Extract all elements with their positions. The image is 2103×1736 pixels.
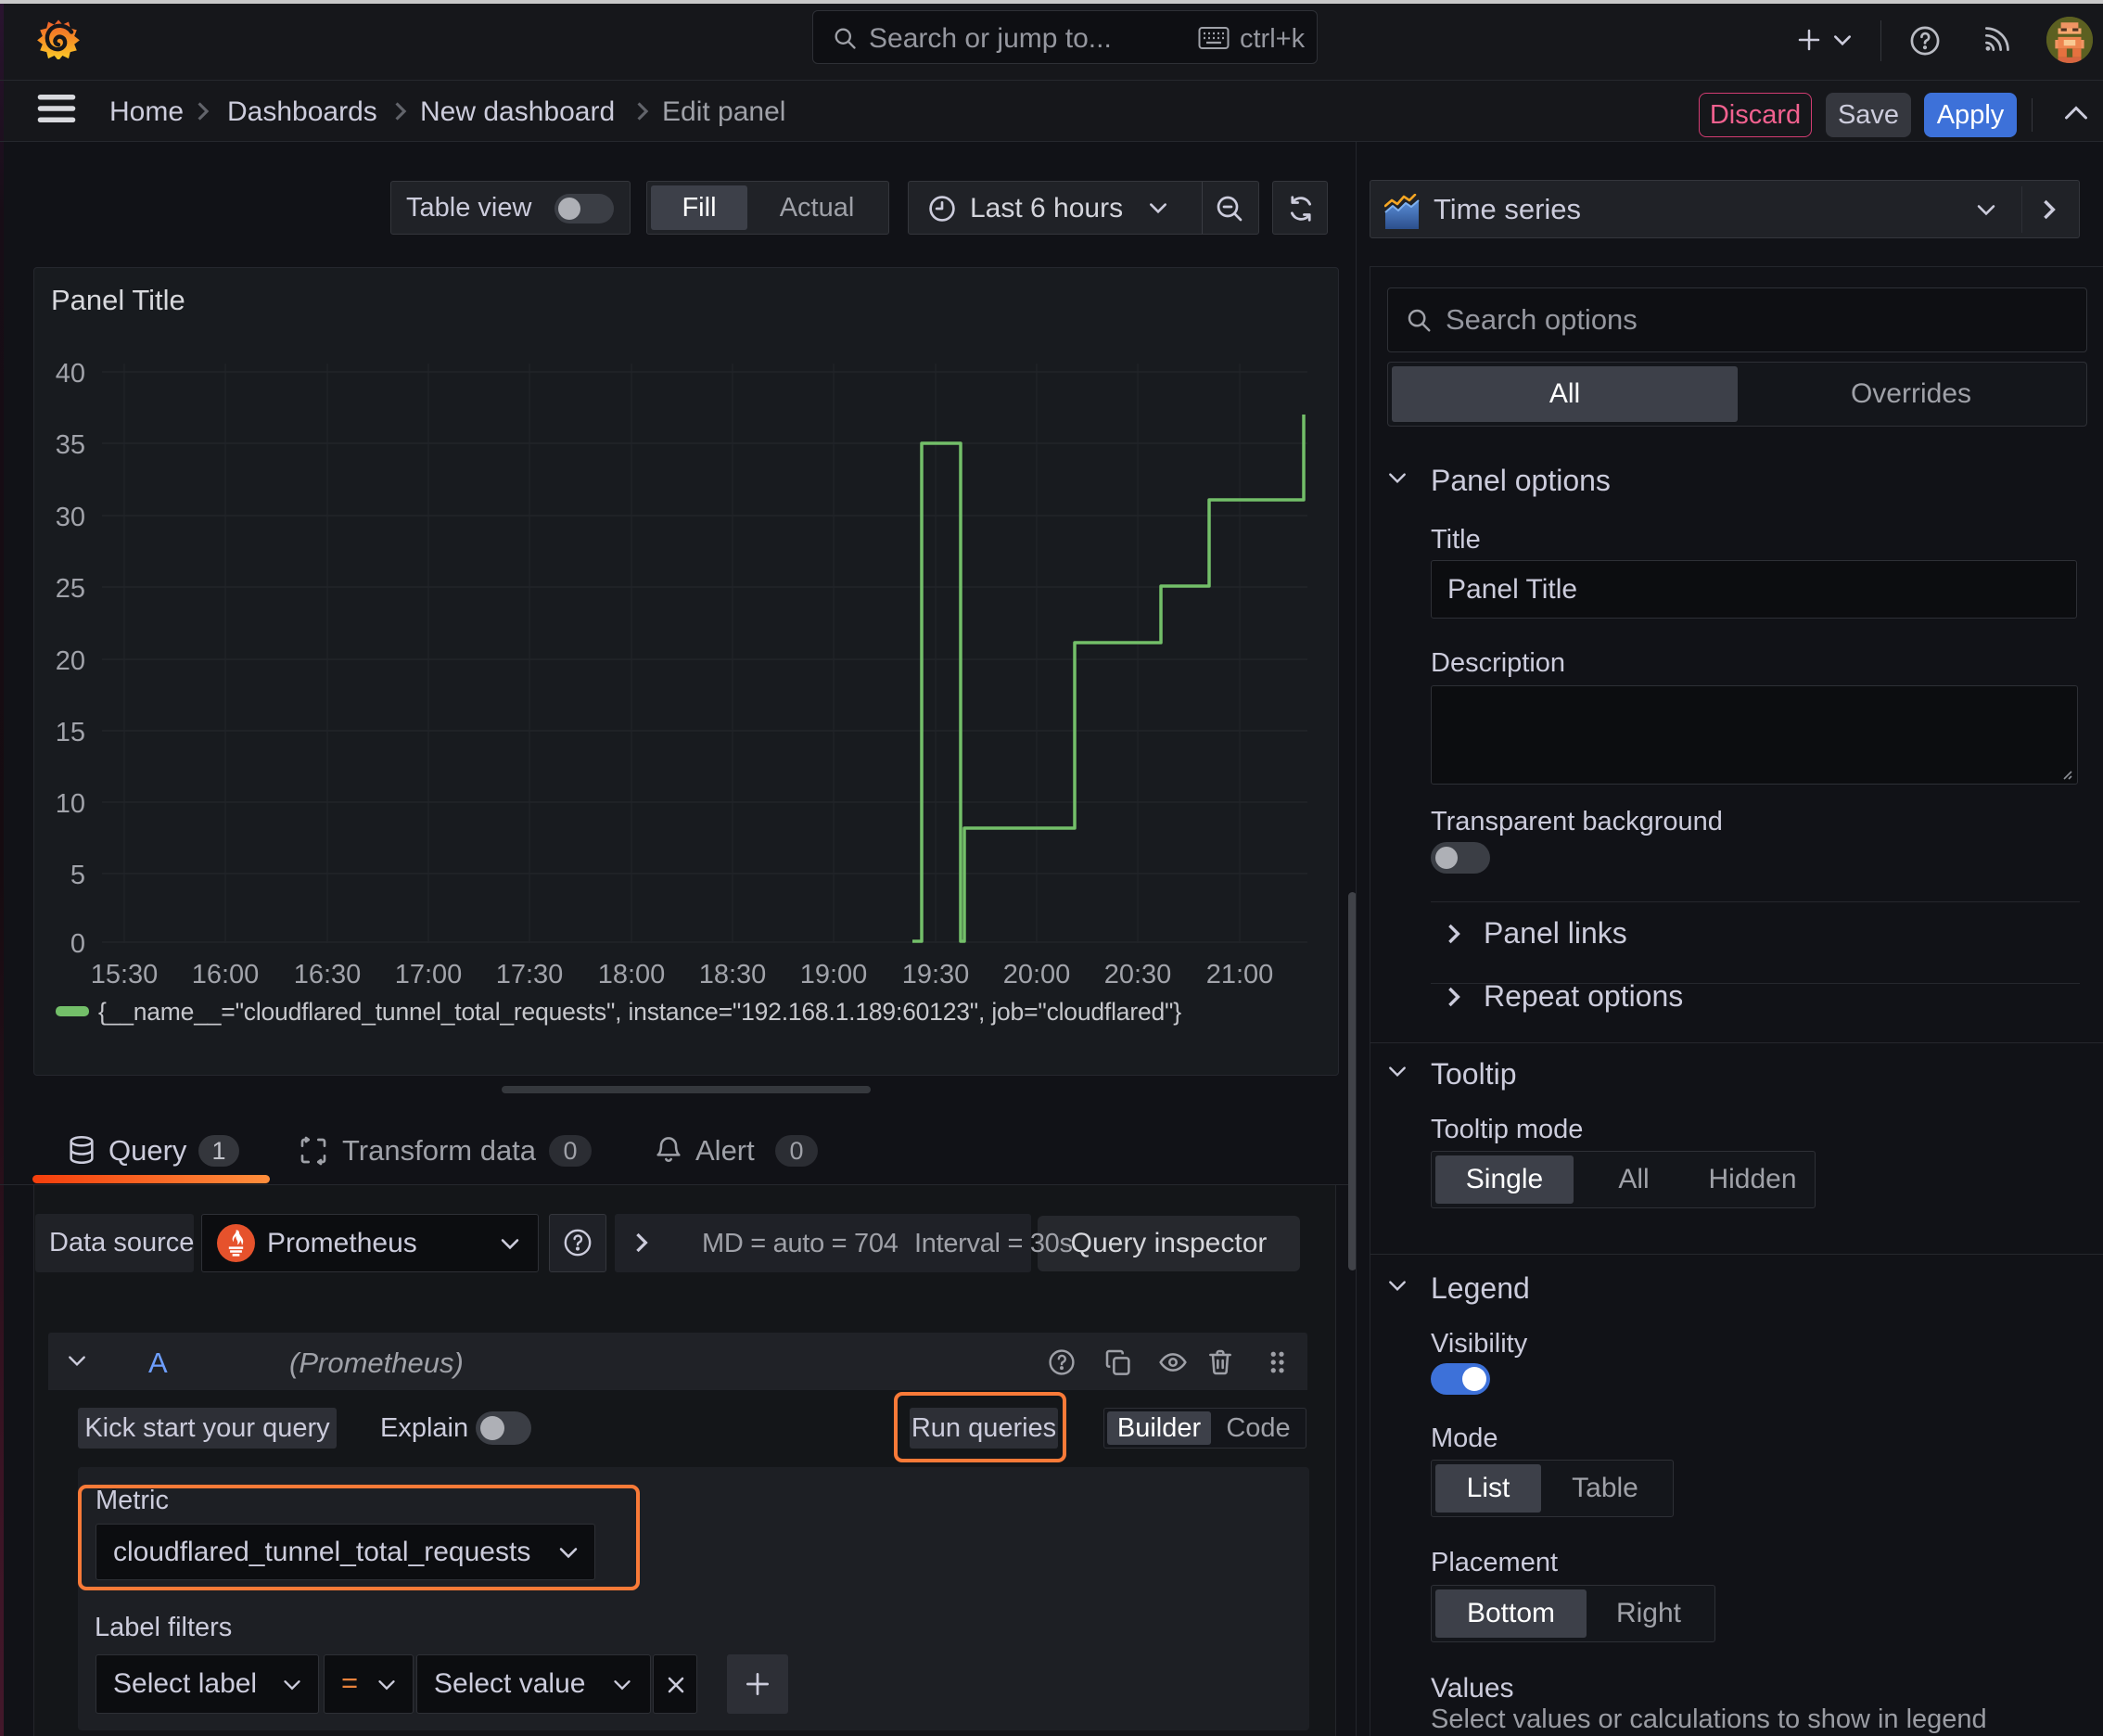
svg-text:30: 30 [56, 503, 85, 532]
svg-text:16:30: 16:30 [294, 960, 362, 989]
svg-text:15: 15 [56, 718, 85, 747]
svg-text:15:30: 15:30 [91, 960, 159, 989]
svg-text:18:30: 18:30 [699, 960, 767, 989]
svg-text:20: 20 [56, 646, 85, 676]
svg-text:17:30: 17:30 [496, 960, 564, 989]
svg-text:25: 25 [56, 574, 85, 604]
svg-text:19:00: 19:00 [800, 960, 868, 989]
svg-text:35: 35 [56, 430, 85, 460]
svg-text:20:00: 20:00 [1003, 960, 1071, 989]
svg-text:19:30: 19:30 [902, 960, 970, 989]
svg-text:40: 40 [56, 359, 85, 389]
svg-text:16:00: 16:00 [192, 960, 260, 989]
svg-text:{__name__="cloudflared_tunnel_: {__name__="cloudflared_tunnel_total_requ… [98, 998, 1181, 1026]
svg-text:0: 0 [70, 929, 85, 959]
svg-text:17:00: 17:00 [395, 960, 463, 989]
svg-text:20:30: 20:30 [1104, 960, 1172, 989]
svg-text:21:00: 21:00 [1206, 960, 1274, 989]
svg-text:18:00: 18:00 [598, 960, 666, 989]
svg-text:10: 10 [56, 789, 85, 819]
svg-text:5: 5 [70, 861, 85, 890]
